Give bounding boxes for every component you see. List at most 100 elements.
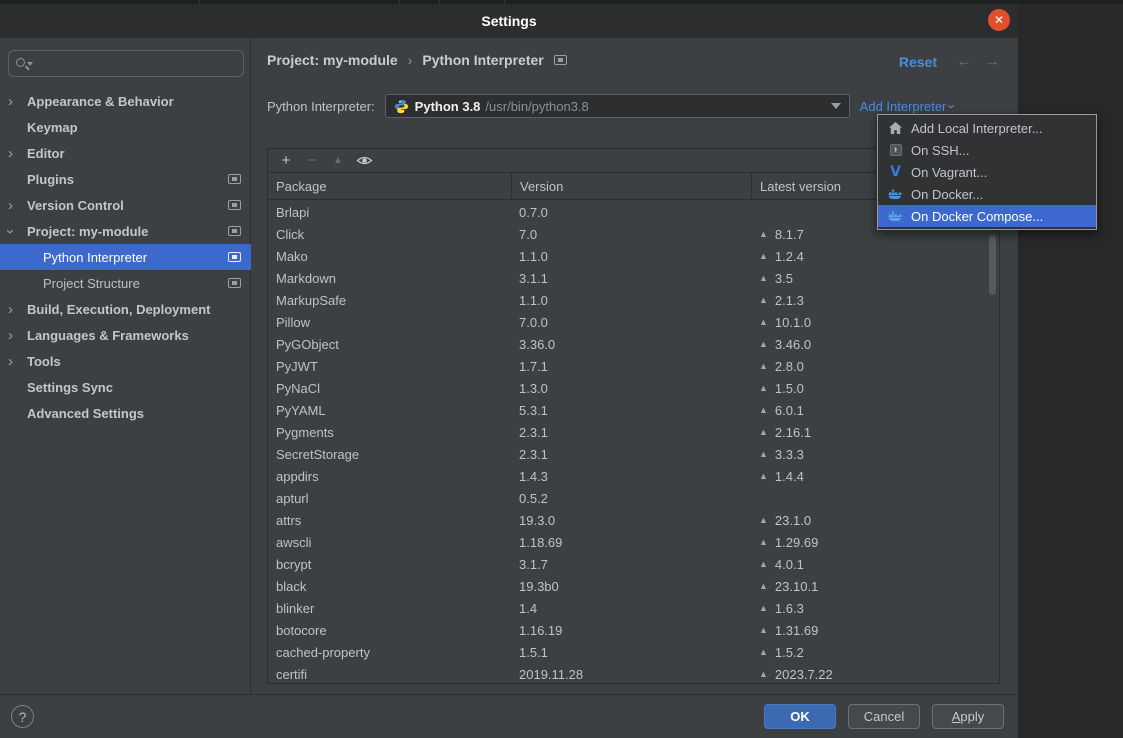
package-version-cell: 1.7.1	[511, 359, 751, 374]
sidebar-item-advanced-settings[interactable]: Advanced Settings	[0, 400, 251, 426]
menu-item-label: On Docker Compose...	[911, 209, 1043, 224]
package-version-cell: 1.1.0	[511, 249, 751, 264]
docker-compose-icon	[888, 209, 903, 224]
table-row[interactable]: PyNaCl1.3.0▲1.5.0	[268, 377, 999, 399]
ok-button[interactable]: OK	[764, 704, 836, 729]
package-version-cell: 2.3.1	[511, 425, 751, 440]
table-row[interactable]: PyGObject3.36.0▲3.46.0	[268, 333, 999, 355]
sidebar-item-label: Project: my-module	[27, 224, 148, 239]
search-input[interactable]	[35, 56, 215, 71]
package-latest-version-cell: ▲23.10.1	[751, 579, 999, 594]
history-nav: ← →	[956, 53, 1000, 71]
package-latest-version-cell: ▲1.6.3	[751, 601, 999, 616]
sidebar-item-label: Build, Execution, Deployment	[27, 302, 210, 317]
package-name-cell: awscli	[268, 535, 511, 550]
python-logo-icon	[394, 99, 409, 114]
help-button[interactable]: ?	[11, 705, 34, 728]
sidebar-item-python-interpreter[interactable]: Python Interpreter	[0, 244, 251, 270]
sidebar-item-editor[interactable]: ›Editor	[0, 140, 251, 166]
dialog-titlebar: Settings ✕	[0, 4, 1018, 38]
upgrade-arrow-icon: ▲	[759, 339, 768, 349]
sidebar-item-appearance-behavior[interactable]: ›Appearance & Behavior	[0, 88, 251, 114]
settings-search-box[interactable]	[8, 50, 244, 77]
table-row[interactable]: blinker1.4▲1.6.3	[268, 597, 999, 619]
latest-version-value: 23.1.0	[775, 513, 811, 528]
package-name-cell: cached-property	[268, 645, 511, 660]
latest-version-value: 8.1.7	[775, 227, 804, 242]
interpreter-combobox[interactable]: Python 3.8 /usr/bin/python3.8	[385, 94, 850, 118]
search-icon	[15, 56, 31, 72]
column-header-package[interactable]: Package	[268, 173, 511, 199]
sidebar-item-label: Plugins	[27, 172, 74, 187]
home-icon	[888, 121, 903, 136]
package-name-cell: Click	[268, 227, 511, 242]
package-name-cell: MarkupSafe	[268, 293, 511, 308]
latest-version-value: 1.31.69	[775, 623, 818, 638]
sidebar-item-keymap[interactable]: Keymap	[0, 114, 251, 140]
reset-button[interactable]: Reset	[899, 54, 937, 70]
table-row[interactable]: awscli1.18.69▲1.29.69	[268, 531, 999, 553]
upgrade-arrow-icon: ▲	[759, 625, 768, 635]
latest-version-value: 1.29.69	[775, 535, 818, 550]
eye-icon[interactable]	[352, 151, 376, 171]
upgrade-arrow-icon: ▲	[759, 471, 768, 481]
table-row[interactable]: bcrypt3.1.7▲4.0.1	[268, 553, 999, 575]
sidebar-item-project-structure[interactable]: Project Structure	[0, 270, 251, 296]
package-latest-version-cell: ▲2.16.1	[751, 425, 999, 440]
menu-item-on-vagrant[interactable]: VOn Vagrant...	[878, 161, 1096, 183]
add-interpreter-button[interactable]: Add Interpreter ›	[860, 99, 955, 114]
menu-item-add-local-interpreter[interactable]: Add Local Interpreter...	[878, 117, 1096, 139]
menu-item-on-docker[interactable]: On Docker...	[878, 183, 1096, 205]
table-row[interactable]: apturl0.5.2	[268, 487, 999, 509]
column-header-version[interactable]: Version	[511, 173, 751, 199]
table-row[interactable]: Mako1.1.0▲1.2.4	[268, 245, 999, 267]
menu-item-on-ssh[interactable]: ›On SSH...	[878, 139, 1096, 161]
cancel-button[interactable]: Cancel	[848, 704, 920, 729]
upgrade-arrow-icon: ▲	[759, 383, 768, 393]
table-row[interactable]: Pillow7.0.0▲10.1.0	[268, 311, 999, 333]
table-scrollbar-thumb[interactable]	[989, 235, 996, 295]
latest-version-value: 4.0.1	[775, 557, 804, 572]
forward-arrow-icon: →	[984, 53, 1000, 71]
close-icon[interactable]: ✕	[988, 9, 1010, 31]
table-row[interactable]: cached-property1.5.1▲1.5.2	[268, 641, 999, 663]
package-latest-version-cell: ▲23.1.0	[751, 513, 999, 528]
table-row[interactable]: PyYAML5.3.1▲6.0.1	[268, 399, 999, 421]
menu-item-on-docker-compose[interactable]: On Docker Compose...	[878, 205, 1096, 227]
sidebar-item-languages-frameworks[interactable]: ›Languages & Frameworks	[0, 322, 251, 348]
package-version-cell: 1.1.0	[511, 293, 751, 308]
package-latest-version-cell: ▲1.5.0	[751, 381, 999, 396]
sidebar-item-plugins[interactable]: Plugins	[0, 166, 251, 192]
table-row[interactable]: SecretStorage2.3.1▲3.3.3	[268, 443, 999, 465]
package-name-cell: Brlapi	[268, 205, 511, 220]
upgrade-arrow-icon: ▲	[759, 581, 768, 591]
sidebar-item-settings-sync[interactable]: Settings Sync	[0, 374, 251, 400]
table-row[interactable]: Pygments2.3.1▲2.16.1	[268, 421, 999, 443]
package-name-cell: apturl	[268, 491, 511, 506]
package-latest-version-cell: ▲3.5	[751, 271, 999, 286]
chevron-right-icon: ›	[8, 354, 27, 369]
interpreter-label: Python Interpreter:	[267, 99, 375, 114]
table-row[interactable]: black19.3b0▲23.10.1	[268, 575, 999, 597]
sidebar-item-tools[interactable]: ›Tools	[0, 348, 251, 374]
upgrade-arrow-icon: ▲	[759, 229, 768, 239]
sidebar-item-build-execution-deployment[interactable]: ›Build, Execution, Deployment	[0, 296, 251, 322]
table-row[interactable]: MarkupSafe1.1.0▲2.1.3	[268, 289, 999, 311]
project-level-icon	[228, 174, 241, 184]
table-row[interactable]: certifi2019.11.28▲2023.7.22	[268, 663, 999, 683]
table-row[interactable]: PyJWT1.7.1▲2.8.0	[268, 355, 999, 377]
sidebar-item-project-my-module[interactable]: ›Project: my-module	[0, 218, 251, 244]
upgrade-arrow-icon: ▲	[759, 647, 768, 657]
sidebar-item-version-control[interactable]: ›Version Control	[0, 192, 251, 218]
table-row[interactable]: Markdown3.1.1▲3.5	[268, 267, 999, 289]
install-package-icon[interactable]: +	[274, 151, 298, 171]
latest-version-value: 3.5	[775, 271, 793, 286]
apply-button[interactable]: Apply	[932, 704, 1004, 729]
package-latest-version-cell: ▲4.0.1	[751, 557, 999, 572]
table-row[interactable]: attrs19.3.0▲23.1.0	[268, 509, 999, 531]
package-version-cell: 3.1.1	[511, 271, 751, 286]
upgrade-arrow-icon: ▲	[759, 427, 768, 437]
table-row[interactable]: botocore1.16.19▲1.31.69	[268, 619, 999, 641]
latest-version-value: 1.2.4	[775, 249, 804, 264]
table-row[interactable]: appdirs1.4.3▲1.4.4	[268, 465, 999, 487]
